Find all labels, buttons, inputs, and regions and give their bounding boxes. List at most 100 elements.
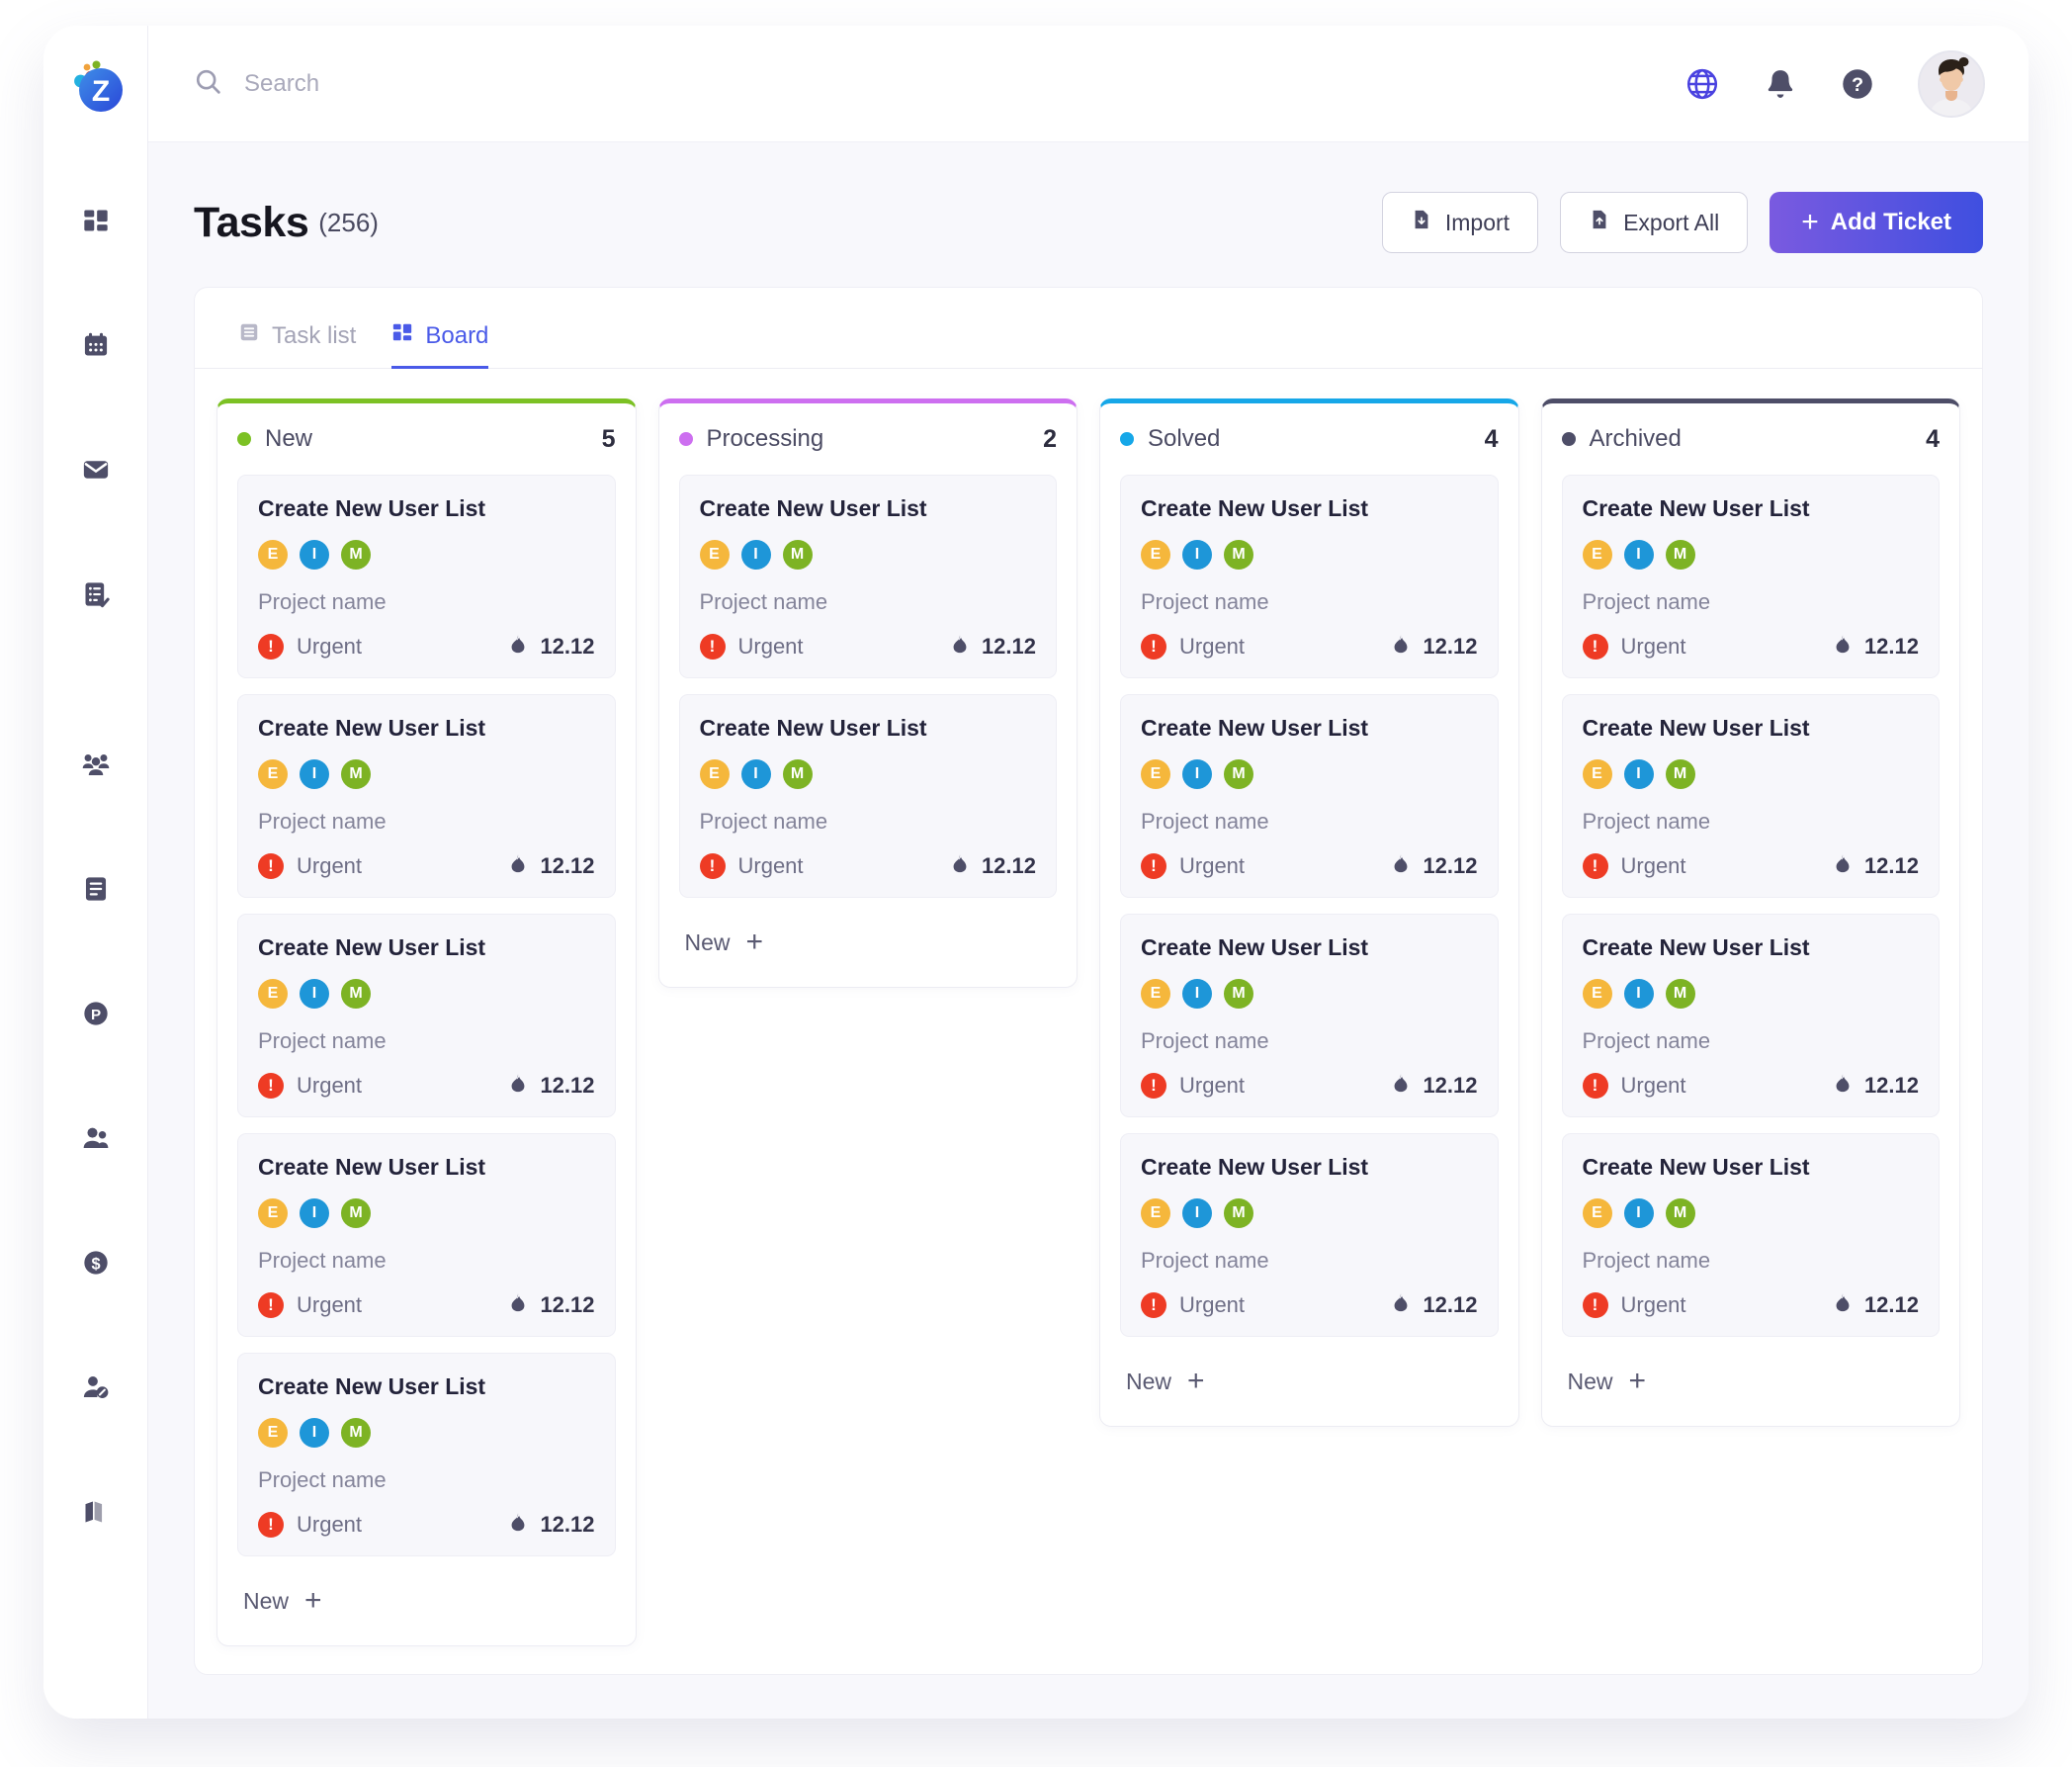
alert-exclamation-icon: ! [1582,633,1608,660]
assignee-avatar[interactable]: I [740,540,771,570]
assignee-avatar[interactable]: E [1582,1198,1612,1228]
assignee-avatar[interactable]: M [1224,540,1253,570]
assignee-avatar[interactable]: E [258,1418,288,1448]
assignee-avatar[interactable]: E [258,759,288,789]
priority-label: Urgent [1620,633,1686,659]
add-task-row[interactable]: New + [237,1572,616,1620]
task-card-title: Create New User List [1141,934,1369,960]
alert-exclamation-icon: ! [1582,852,1608,879]
task-card[interactable]: Create New User List E I M Project name! Urge… [678,475,1057,678]
assignee-avatar[interactable]: E [258,540,288,570]
task-card[interactable]: Create New User List E I M Project name! Urge… [1120,475,1499,678]
assignee-avatar[interactable]: I [300,540,329,570]
tab-task-list[interactable]: Task list [238,321,356,369]
assignee-avatar[interactable]: M [341,979,371,1009]
assignee-avatar[interactable]: I [1182,540,1212,570]
avatar[interactable] [1918,49,1985,118]
assignee-avatar[interactable]: I [1623,540,1654,570]
assignee-avatar[interactable]: M [341,1198,371,1228]
tab-board[interactable]: Board [391,321,489,369]
assignee-avatar[interactable]: M [782,759,813,789]
assignee-avatar[interactable]: I [300,979,329,1009]
assignee-avatar[interactable]: M [1224,759,1253,789]
sidebar-item-contacts[interactable] [69,1111,123,1165]
priority-badge: ! Urgent [1582,852,1686,879]
task-card[interactable]: Create New User List E I M Project name! Urge… [1120,1133,1499,1337]
globe-icon[interactable] [1684,66,1720,102]
due-date-group: 12.12 [507,1072,595,1099]
sidebar-item-projects[interactable]: P [69,987,123,1040]
assignee-avatar[interactable]: I [740,759,771,789]
sidebar-item-mail[interactable] [69,443,123,496]
task-card[interactable]: Create New User List E I M Project name! Urge… [1561,1133,1940,1337]
task-card[interactable]: Create New User List E I M Project name! Urge… [1561,694,1940,898]
assignee-avatar[interactable]: M [1665,540,1695,570]
bell-icon[interactable] [1764,67,1797,101]
add-task-row[interactable]: New + [1562,1353,1941,1400]
sidebar-item-account[interactable] [69,1361,123,1414]
priority-badge: ! Urgent [1141,852,1245,879]
search-input[interactable] [244,69,699,98]
assignee-avatar[interactable]: E [258,1198,288,1228]
help-circle-icon[interactable]: ? [1841,67,1874,101]
task-card[interactable]: Create New User List E I M Project name! Urge… [237,1353,616,1556]
assignee-avatar[interactable]: M [341,540,371,570]
assignee-avatar[interactable]: E [1582,979,1612,1009]
task-card[interactable]: Create New User List E I M Project name! Urge… [237,694,616,898]
assignee-avatar[interactable]: I [300,759,329,789]
import-button[interactable]: Import [1381,192,1539,253]
task-card[interactable]: Create New User List E I M Project name! Urge… [237,1133,616,1337]
assignee-avatar[interactable]: I [300,1418,329,1448]
assignee-avatar[interactable]: E [1141,540,1170,570]
sidebar-item-calendar[interactable] [69,318,123,372]
add-ticket-button[interactable]: + Add Ticket [1770,192,1983,253]
alert-exclamation-icon: ! [1141,852,1166,879]
add-task-row[interactable]: New + [679,914,1058,961]
assignee-avatar[interactable]: E [699,540,730,570]
sidebar-item-documents[interactable] [69,862,123,916]
export-all-button[interactable]: Export All [1560,192,1749,253]
assignee-avatar[interactable]: E [1141,1198,1170,1228]
assignee-avatar[interactable]: E [1582,540,1612,570]
assignee-avatar[interactable]: I [1182,1198,1212,1228]
task-card-project: Project name [1141,1028,1269,1053]
assignee-avatar[interactable]: I [1182,759,1212,789]
assignee-avatar[interactable]: M [1665,979,1695,1009]
assignee-avatar[interactable]: M [782,540,813,570]
task-card[interactable]: Create New User List E I M Project name! Urge… [237,475,616,678]
task-card[interactable]: Create New User List E I M Project name! Urge… [237,914,616,1117]
assignee-avatar[interactable]: M [341,759,371,789]
assignee-avatar[interactable]: M [1224,979,1253,1009]
assignee-avatar[interactable]: I [300,1198,329,1228]
task-card[interactable]: Create New User List E I M Project name! Urge… [1561,475,1940,678]
assignee-avatar[interactable]: M [1665,759,1695,789]
brand-logo[interactable]: Z [63,55,129,121]
task-card[interactable]: Create New User List E I M Project name! Urge… [678,694,1057,898]
assignee-avatars: EIM [258,759,595,789]
assignee-avatar[interactable]: E [699,759,730,789]
assignee-avatar[interactable]: I [1182,979,1212,1009]
add-task-row[interactable]: New + [1120,1353,1499,1400]
assignee-avatar[interactable]: M [1224,1198,1253,1228]
assignee-avatar[interactable]: E [1141,759,1170,789]
task-card[interactable]: Create New User List E I M Project name! Urge… [1561,914,1940,1117]
sidebar-item-billing[interactable]: $ [69,1236,123,1289]
assignee-avatar[interactable]: I [1623,1198,1654,1228]
sidebar-item-dashboard[interactable] [69,194,123,247]
assignee-avatar[interactable]: I [1623,979,1654,1009]
assignee-avatars: EIM [258,1198,595,1228]
assignee-avatar[interactable]: E [1582,759,1612,789]
sidebar-item-teams[interactable] [69,738,123,791]
assignee-avatar[interactable]: M [341,1418,371,1448]
priority-badge: ! Urgent [258,1072,362,1099]
sidebar-item-tasks[interactable] [69,568,123,621]
assignee-avatar[interactable]: E [1141,979,1170,1009]
assignee-avatar[interactable]: M [1665,1198,1695,1228]
assignee-avatar[interactable]: E [258,979,288,1009]
task-card[interactable]: Create New User List E I M Project name! Urge… [1120,914,1499,1117]
task-card[interactable]: Create New User List E I M Project name! Urge… [1120,694,1499,898]
assignee-avatar[interactable]: I [1623,759,1654,789]
sidebar-item-map[interactable] [69,1485,123,1539]
flame-icon [507,1511,529,1538]
user-settings-icon [82,1373,110,1401]
